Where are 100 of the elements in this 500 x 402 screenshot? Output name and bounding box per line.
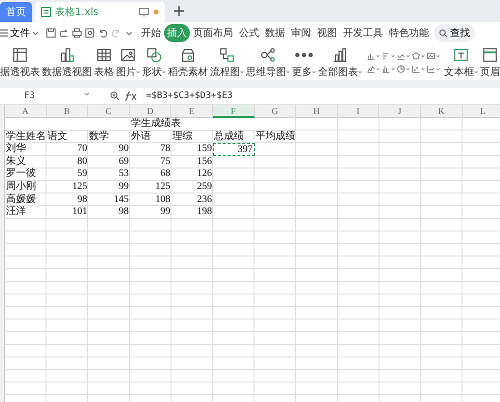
caret-icon [391, 66, 395, 70]
chart-icon [381, 64, 391, 74]
chart-icon [381, 50, 391, 60]
zoom-icon[interactable] [110, 91, 120, 101]
table-cell-text: 159 [196, 143, 213, 156]
chart-icon [426, 50, 436, 60]
selected-cell[interactable]: 397 [212, 143, 255, 156]
column-header[interactable]: B [46, 105, 88, 118]
table-cell-text: 69 [118, 156, 130, 168]
search-button[interactable]: 查找 [434, 24, 475, 42]
header-cell-text: 总成绩 [212, 130, 245, 144]
header-cell-text: 理综 [171, 130, 194, 144]
table-cell-text: 99 [159, 206, 172, 219]
ribbon-button[interactable]: 数据透视图 [42, 46, 92, 78]
ribbon-button[interactable]: 据透视表 [0, 46, 40, 78]
menu-icon [0, 29, 8, 37]
menu-tab[interactable]: 开始 [138, 24, 164, 42]
table-cell-text: 156 [196, 156, 213, 168]
ribbon-button[interactable]: 表格 [94, 46, 114, 78]
menu-tab[interactable]: 数据 [262, 24, 288, 42]
ribbon-button[interactable]: 思维导图 [246, 46, 290, 78]
column-header[interactable]: H [296, 105, 338, 118]
export-icon[interactable] [59, 28, 69, 38]
cell-grid[interactable]: 学生成绩表 学生姓名 语文 数学 外语 理综 总成绩 平均成绩 刘华 70 90 78 159 397 朱义 80 69 75 156 罗一彼 59 53 68 126 周小刚 125 99 125 259 高媛媛 98 145 108 236 汪洋 101 98 99 198 [5, 118, 500, 402]
table-cell-text: 朱义 [5, 156, 26, 168]
table-cell-text: 90 [118, 143, 130, 156]
column-header[interactable]: C [88, 105, 130, 118]
name-box[interactable]: F3 [0, 91, 94, 101]
column-header[interactable]: J [379, 105, 421, 118]
menu-tab[interactable]: 视图 [314, 24, 340, 42]
table-cell-text: 罗一彼 [5, 168, 37, 180]
print-icon[interactable] [72, 28, 82, 38]
table-cell-text: 145 [112, 194, 130, 206]
table-cell-text: 99 [118, 180, 130, 194]
menu-tab[interactable]: 特色功能 [386, 24, 432, 42]
undo-icon[interactable] [98, 28, 108, 38]
table-cell-text: 68 [159, 168, 172, 181]
header-cell-text: 数学 [88, 130, 110, 144]
ribbon-button[interactable]: 全部图表 [318, 46, 362, 78]
menu-tab[interactable]: 公式 [236, 24, 262, 42]
menu-tab[interactable]: 页面布局 [190, 24, 236, 42]
formula-field[interactable]: =$B3+$C3+$D3+$E3 [146, 91, 233, 101]
shape-icon [145, 46, 163, 64]
table-cell-text: 汪洋 [5, 206, 27, 219]
ribbon-button[interactable]: 文本框 [444, 46, 478, 78]
menu-tab[interactable]: 审阅 [288, 24, 314, 42]
chart-icon [331, 46, 349, 64]
spreadsheet-icon [41, 7, 51, 17]
header-cell-text: 外语 [130, 130, 152, 144]
ribbon-button[interactable]: 页眉 [480, 46, 500, 78]
table-cell-text: 刘华 [5, 143, 27, 156]
flow-icon [218, 46, 236, 64]
table-cell-text: 70 [76, 143, 88, 156]
chart-type-button[interactable] [426, 50, 440, 61]
table-cell-text: 80 [76, 156, 88, 168]
menu-tab[interactable]: 开发工具 [340, 24, 386, 42]
plus-icon [174, 6, 184, 16]
header-cell-text: 学生姓名 [5, 130, 47, 142]
chart-type-button[interactable] [396, 63, 410, 74]
ribbon-button[interactable]: 稻壳素材 [168, 46, 208, 78]
search-icon [439, 28, 448, 38]
table-cell-text: 125 [71, 180, 88, 194]
column-header[interactable]: K [420, 105, 463, 118]
header-cell-text: 语文 [46, 130, 69, 144]
table-cell-text: 126 [196, 168, 213, 181]
mindmap-icon [259, 46, 277, 64]
ribbon-button[interactable]: 形状 [142, 46, 166, 78]
caret-icon [376, 54, 380, 58]
column-header[interactable]: I [338, 105, 380, 118]
chart-type-button[interactable] [411, 50, 425, 61]
caret-icon [376, 66, 380, 70]
table-cell-text: 125 [154, 180, 172, 194]
caret-icon [436, 66, 440, 70]
chart-icon [411, 64, 421, 74]
chart-icon [396, 64, 406, 74]
function-icon[interactable] [124, 91, 138, 101]
column-header[interactable]: E [171, 105, 213, 118]
file-menu[interactable]: 文件 [0, 26, 43, 40]
pivot-chart-icon [58, 46, 76, 64]
table-cell-text: 259 [196, 180, 213, 194]
column-header[interactable]: D [130, 105, 172, 118]
ribbon-button[interactable]: 图片 [116, 46, 140, 78]
monitor-icon [139, 8, 149, 16]
column-header[interactable]: L [462, 105, 500, 118]
column-header[interactable]: A [5, 105, 47, 118]
ribbon-button[interactable]: 流程图 [210, 46, 244, 78]
chart-type-button[interactable] [411, 63, 425, 74]
chart-icon [411, 50, 421, 60]
ribbon-button[interactable]: 更多 [292, 46, 316, 78]
chart-type-button[interactable] [426, 63, 440, 74]
table-cell-text: 周小刚 [5, 180, 37, 194]
table-cell-text: 108 [154, 194, 172, 206]
column-header[interactable]: G [254, 105, 296, 118]
table-cell-text: 98 [76, 194, 88, 206]
caret-icon [406, 54, 410, 58]
caret-icon [421, 54, 425, 58]
chart-type-button[interactable] [381, 63, 395, 74]
more-icon [295, 52, 313, 56]
save-icon[interactable] [46, 28, 56, 38]
preview-icon[interactable] [85, 28, 95, 38]
